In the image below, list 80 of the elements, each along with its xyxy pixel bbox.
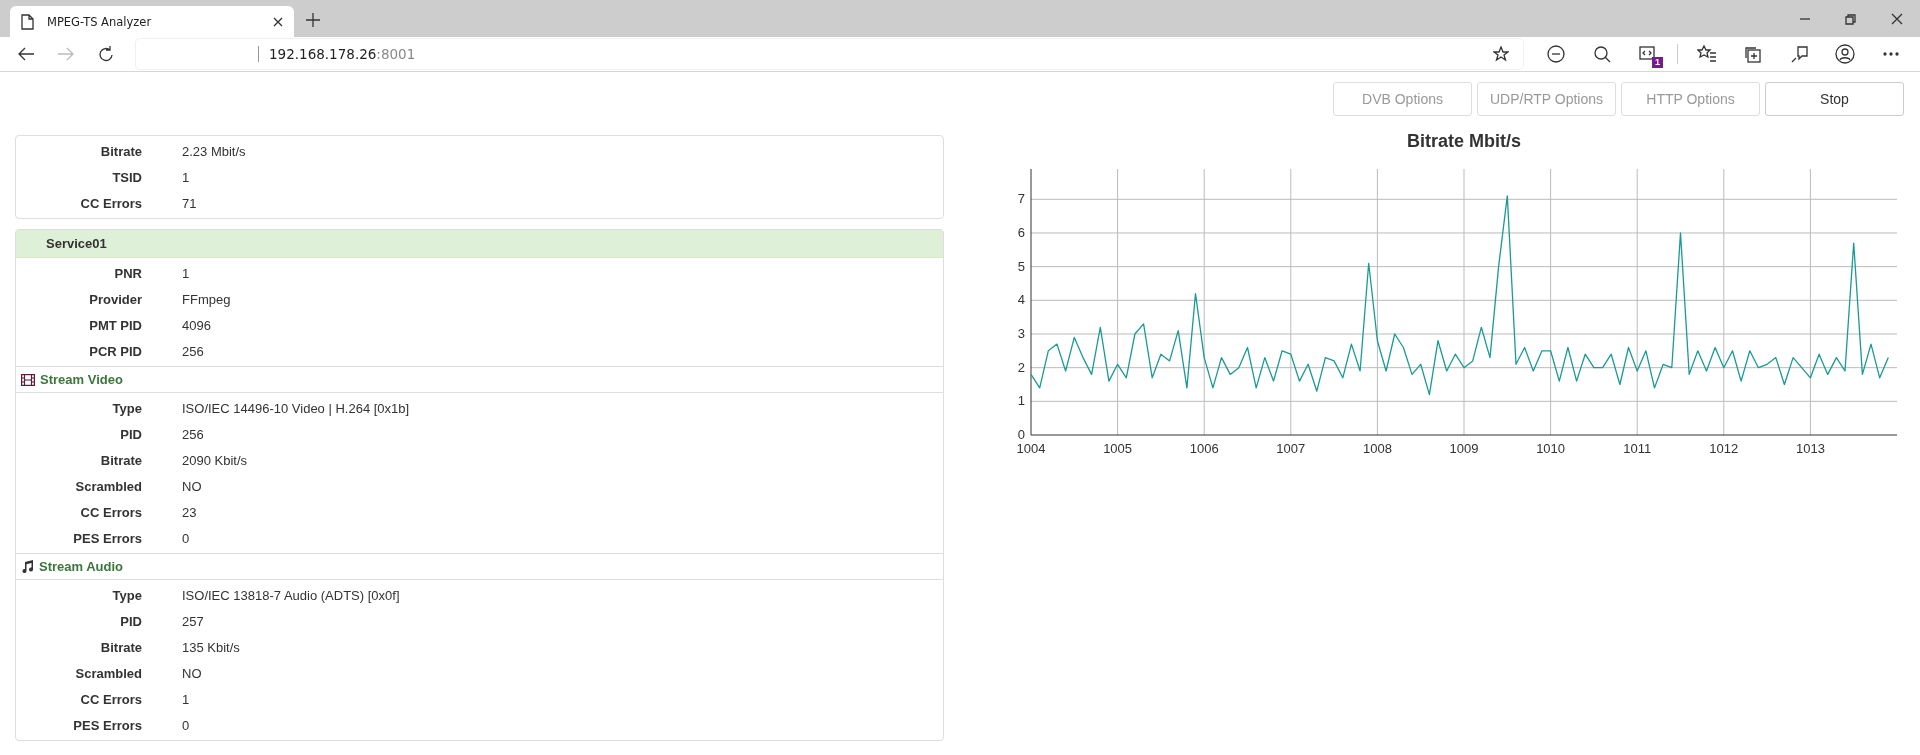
y-tick-label: 1 [1017, 393, 1025, 409]
x-tick-label: 1007 [1276, 441, 1306, 456]
x-tick-label: 1013 [1795, 441, 1825, 456]
field-value: 1 [182, 265, 190, 281]
field-value: ISO/IEC 14496-10 Video | H.264 [0x1b] [182, 400, 410, 416]
field-value: 257 [182, 613, 204, 629]
field-label: Type [111, 400, 142, 416]
field-value: 0 [182, 530, 190, 546]
field-label: PID [119, 613, 142, 629]
x-tick-label: 1004 [1016, 441, 1046, 456]
x-tick-label: 1008 [1362, 441, 1392, 456]
page-icon [20, 13, 35, 30]
field-value: 1 [182, 691, 190, 707]
field-label: Provider [88, 291, 142, 307]
close-icon[interactable] [272, 15, 284, 28]
field-label: CC Errors [79, 504, 142, 520]
browser-tab[interactable]: MPEG-TS Analyzer [10, 6, 294, 37]
address-bar[interactable]: 192.168.178.26:8001 [136, 39, 1523, 69]
field-value: FFmpeg [182, 291, 231, 307]
field-label: CC Errors [79, 691, 142, 707]
field-label: Type [111, 587, 142, 603]
field-value: 256 [182, 426, 204, 442]
url-text: 192.168.178.26:8001 [269, 46, 416, 62]
x-tick-label: 1012 [1709, 441, 1739, 456]
field-value: 71 [182, 195, 197, 211]
extension-badge: 1 [1652, 57, 1663, 68]
field-value: ISO/IEC 13818-7 Audio (ADTS) [0x0f] [182, 587, 400, 603]
field-value: 4096 [182, 317, 211, 333]
field-label: Bitrate [99, 143, 142, 159]
feedback-icon[interactable] [1789, 44, 1809, 64]
x-tick-label: 1010 [1536, 441, 1566, 456]
service-name: Service01 [46, 236, 107, 251]
x-tick-label: 1005 [1103, 441, 1133, 456]
collections-icon[interactable] [1743, 44, 1763, 64]
y-tick-label: 0 [1017, 427, 1025, 442]
field-label: Bitrate [99, 452, 142, 468]
x-tick-label: 1009 [1449, 441, 1479, 456]
close-icon[interactable] [1891, 12, 1903, 25]
favorites-icon[interactable] [1697, 44, 1717, 64]
field-value: 1 [182, 169, 190, 185]
x-tick-label: 1011 [1623, 441, 1652, 456]
field-label: PMT PID [88, 317, 142, 333]
field-value: 2090 Kbit/s [182, 452, 248, 468]
field-value: 135 Kbit/s [182, 639, 240, 655]
film-icon [21, 373, 35, 386]
y-tick-label: 5 [1017, 258, 1025, 274]
field-label: TSID [111, 169, 142, 185]
option-button[interactable]: Stop [1765, 82, 1904, 116]
back-icon[interactable] [17, 46, 35, 62]
field-label: Scrambled [74, 478, 142, 494]
stream-title: Stream Audio [39, 559, 124, 574]
field-value: 256 [182, 343, 204, 359]
chart-title: Bitrate Mbit/s [1407, 131, 1521, 151]
y-tick-label: 4 [1017, 292, 1025, 308]
y-tick-label: 2 [1017, 359, 1025, 375]
circle-icon[interactable] [1546, 44, 1566, 64]
field-label: PID [119, 426, 142, 442]
profile-icon[interactable] [1835, 44, 1855, 64]
tab-title: MPEG-TS Analyzer [47, 14, 153, 29]
music-note-icon [21, 560, 34, 573]
y-tick-label: 3 [1017, 326, 1025, 341]
x-tick-label: 1006 [1189, 441, 1219, 456]
field-label: PES Errors [72, 530, 142, 546]
field-label: Scrambled [74, 665, 142, 681]
field-value: NO [182, 478, 202, 494]
field-value: 0 [182, 717, 190, 733]
field-label: CC Errors [79, 195, 142, 211]
star-icon[interactable] [1493, 46, 1509, 62]
y-tick-label: 7 [1017, 191, 1025, 207]
stream-title: Stream Video [40, 372, 123, 387]
y-tick-label: 6 [1017, 224, 1025, 240]
refresh-icon[interactable] [97, 46, 115, 62]
field-label: PCR PID [88, 343, 142, 359]
restore-icon[interactable] [1845, 12, 1857, 25]
field-value: 2.23 Mbit/s [182, 143, 246, 159]
field-value: NO [182, 665, 202, 681]
field-label: PES Errors [72, 717, 142, 733]
field-value: 23 [182, 504, 197, 520]
field-label: Bitrate [99, 639, 142, 655]
field-label: PNR [113, 265, 142, 281]
